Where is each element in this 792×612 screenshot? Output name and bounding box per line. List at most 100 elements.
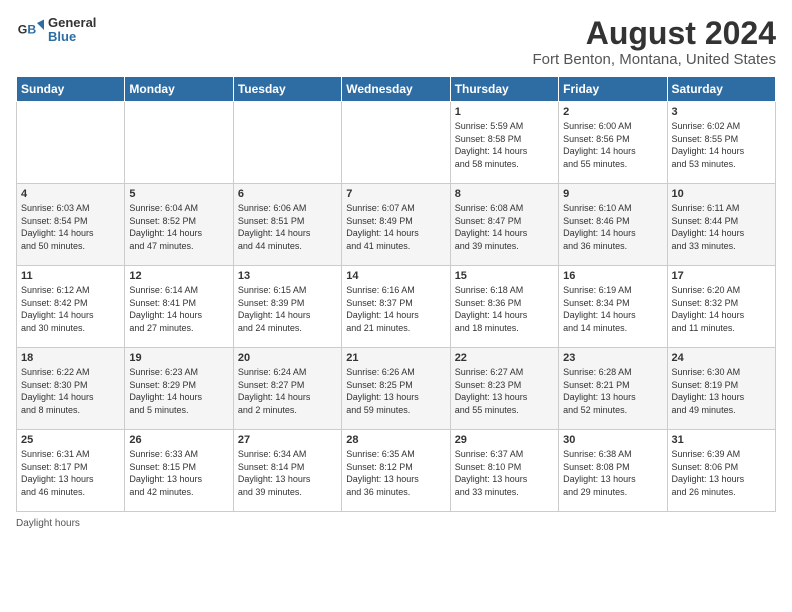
calendar-cell: 17 Sunrise: 6:20 AM Sunset: 8:32 PM Dayli… — [667, 266, 775, 348]
weekday-header-sunday: Sunday — [17, 77, 125, 102]
calendar-week-4: 18 Sunrise: 6:22 AM Sunset: 8:30 PM Dayli… — [17, 348, 776, 430]
day-number: 25 — [21, 434, 120, 446]
daylight-label: Daylight hours — [16, 518, 80, 529]
logo: G B General Blue — [16, 16, 96, 45]
calendar-cell: 11Sunrise: 6:12 AM Sunset: 8:42 PM Dayli… — [17, 266, 125, 348]
day-number: 15 — [455, 270, 554, 282]
weekday-header-tuesday: Tuesday — [233, 77, 341, 102]
day-info: Sunrise: 6:34 AM Sunset: 8:14 PM Dayligh… — [238, 448, 337, 498]
day-info: Sunrise: 6:27 AM Sunset: 8:23 PM Dayligh… — [455, 366, 554, 416]
day-info: Sunrise: 6:20 AM Sunset: 8:32 PM Dayligh… — [672, 284, 771, 334]
calendar-cell: 2Sunrise: 6:00 AM Sunset: 8:56 PM Daylig… — [559, 102, 667, 184]
calendar-cell: 3Sunrise: 6:02 AM Sunset: 8:55 PM Daylig… — [667, 102, 775, 184]
day-number: 29 — [455, 434, 554, 446]
day-info: Sunrise: 6:18 AM Sunset: 8:36 PM Dayligh… — [455, 284, 554, 334]
day-info: Sunrise: 6:10 AM Sunset: 8:46 PM Dayligh… — [563, 202, 662, 252]
logo-line1: General — [48, 16, 96, 30]
calendar-cell: 1 Sunrise: 5:59 AM Sunset: 8:58 PM Daylig… — [450, 102, 558, 184]
calendar-cell: 28 Sunrise: 6:35 AM Sunset: 8:12 PM Dayli… — [342, 430, 450, 512]
header-row: SundayMondayTuesdayWednesdayThursdayFrid… — [17, 77, 776, 102]
day-number: 27 — [238, 434, 337, 446]
day-info: Sunrise: 6:02 AM Sunset: 8:55 PM Dayligh… — [672, 120, 771, 170]
calendar-cell: 24 Sunrise: 6:30 AM Sunset: 8:19 PM Dayli… — [667, 348, 775, 430]
day-info: Sunrise: 5:59 AM Sunset: 8:58 PM Dayligh… — [455, 120, 554, 170]
day-info: Sunrise: 6:16 AM Sunset: 8:37 PM Dayligh… — [346, 284, 445, 334]
day-number: 11 — [21, 270, 120, 282]
day-number: 5 — [129, 188, 228, 200]
calendar-cell: 31 Sunrise: 6:39 AM Sunset: 8:06 PM Dayli… — [667, 430, 775, 512]
day-number: 1 — [455, 106, 554, 118]
logo-line2: Blue — [48, 30, 96, 44]
calendar-cell: 16Sunrise: 6:19 AM Sunset: 8:34 PM Dayli… — [559, 266, 667, 348]
weekday-header-monday: Monday — [125, 77, 233, 102]
day-info: Sunrise: 6:03 AM Sunset: 8:54 PM Dayligh… — [21, 202, 120, 252]
calendar-cell — [17, 102, 125, 184]
logo-text: General Blue — [48, 16, 96, 45]
calendar-cell: 14 Sunrise: 6:16 AM Sunset: 8:37 PM Dayli… — [342, 266, 450, 348]
calendar-week-1: 1 Sunrise: 5:59 AM Sunset: 8:58 PM Daylig… — [17, 102, 776, 184]
calendar-week-3: 11Sunrise: 6:12 AM Sunset: 8:42 PM Dayli… — [17, 266, 776, 348]
calendar-cell: 27 Sunrise: 6:34 AM Sunset: 8:14 PM Dayli… — [233, 430, 341, 512]
calendar-cell: 20 Sunrise: 6:24 AM Sunset: 8:27 PM Dayli… — [233, 348, 341, 430]
day-info: Sunrise: 6:31 AM Sunset: 8:17 PM Dayligh… — [21, 448, 120, 498]
weekday-header-thursday: Thursday — [450, 77, 558, 102]
day-number: 21 — [346, 352, 445, 364]
day-info: Sunrise: 6:37 AM Sunset: 8:10 PM Dayligh… — [455, 448, 554, 498]
day-number: 17 — [672, 270, 771, 282]
calendar-cell: 12Sunrise: 6:14 AM Sunset: 8:41 PM Dayli… — [125, 266, 233, 348]
day-number: 18 — [21, 352, 120, 364]
calendar-header: SundayMondayTuesdayWednesdayThursdayFrid… — [17, 77, 776, 102]
day-info: Sunrise: 6:08 AM Sunset: 8:47 PM Dayligh… — [455, 202, 554, 252]
calendar-cell — [233, 102, 341, 184]
day-number: 16 — [563, 270, 662, 282]
calendar-body: 1 Sunrise: 5:59 AM Sunset: 8:58 PM Daylig… — [17, 102, 776, 512]
calendar-cell: 5 Sunrise: 6:04 AM Sunset: 8:52 PM Daylig… — [125, 184, 233, 266]
calendar-cell: 15 Sunrise: 6:18 AM Sunset: 8:36 PM Dayli… — [450, 266, 558, 348]
day-info: Sunrise: 6:22 AM Sunset: 8:30 PM Dayligh… — [21, 366, 120, 416]
day-info: Sunrise: 6:38 AM Sunset: 8:08 PM Dayligh… — [563, 448, 662, 498]
day-number: 23 — [563, 352, 662, 364]
calendar-cell: 18 Sunrise: 6:22 AM Sunset: 8:30 PM Dayli… — [17, 348, 125, 430]
calendar-cell: 23Sunrise: 6:28 AM Sunset: 8:21 PM Dayli… — [559, 348, 667, 430]
calendar-cell: 10 Sunrise: 6:11 AM Sunset: 8:44 PM Dayli… — [667, 184, 775, 266]
calendar-cell: 21 Sunrise: 6:26 AM Sunset: 8:25 PM Dayli… — [342, 348, 450, 430]
calendar-cell: 30Sunrise: 6:38 AM Sunset: 8:08 PM Dayli… — [559, 430, 667, 512]
day-info: Sunrise: 6:24 AM Sunset: 8:27 PM Dayligh… — [238, 366, 337, 416]
day-number: 8 — [455, 188, 554, 200]
day-number: 9 — [563, 188, 662, 200]
weekday-header-wednesday: Wednesday — [342, 77, 450, 102]
day-info: Sunrise: 6:15 AM Sunset: 8:39 PM Dayligh… — [238, 284, 337, 334]
day-number: 28 — [346, 434, 445, 446]
day-info: Sunrise: 6:39 AM Sunset: 8:06 PM Dayligh… — [672, 448, 771, 498]
page: G B General Blue August 2024 Fort Benton… — [0, 0, 792, 612]
day-info: Sunrise: 6:07 AM Sunset: 8:49 PM Dayligh… — [346, 202, 445, 252]
day-number: 10 — [672, 188, 771, 200]
footer-note: Daylight hours — [16, 518, 776, 529]
svg-text:B: B — [27, 23, 36, 37]
day-info: Sunrise: 6:04 AM Sunset: 8:52 PM Dayligh… — [129, 202, 228, 252]
weekday-header-friday: Friday — [559, 77, 667, 102]
logo-icon: G B — [16, 16, 44, 44]
day-number: 7 — [346, 188, 445, 200]
calendar-cell — [125, 102, 233, 184]
day-info: Sunrise: 6:06 AM Sunset: 8:51 PM Dayligh… — [238, 202, 337, 252]
day-number: 6 — [238, 188, 337, 200]
calendar-subtitle: Fort Benton, Montana, United States — [533, 51, 776, 68]
day-number: 14 — [346, 270, 445, 282]
day-info: Sunrise: 6:23 AM Sunset: 8:29 PM Dayligh… — [129, 366, 228, 416]
day-info: Sunrise: 6:11 AM Sunset: 8:44 PM Dayligh… — [672, 202, 771, 252]
day-info: Sunrise: 6:30 AM Sunset: 8:19 PM Dayligh… — [672, 366, 771, 416]
day-info: Sunrise: 6:00 AM Sunset: 8:56 PM Dayligh… — [563, 120, 662, 170]
calendar-cell: 6 Sunrise: 6:06 AM Sunset: 8:51 PM Daylig… — [233, 184, 341, 266]
calendar-cell: 25 Sunrise: 6:31 AM Sunset: 8:17 PM Dayli… — [17, 430, 125, 512]
day-number: 31 — [672, 434, 771, 446]
day-number: 20 — [238, 352, 337, 364]
day-number: 24 — [672, 352, 771, 364]
day-number: 26 — [129, 434, 228, 446]
header: G B General Blue August 2024 Fort Benton… — [16, 16, 776, 68]
day-number: 12 — [129, 270, 228, 282]
day-number: 19 — [129, 352, 228, 364]
day-info: Sunrise: 6:26 AM Sunset: 8:25 PM Dayligh… — [346, 366, 445, 416]
day-info: Sunrise: 6:35 AM Sunset: 8:12 PM Dayligh… — [346, 448, 445, 498]
day-number: 4 — [21, 188, 120, 200]
